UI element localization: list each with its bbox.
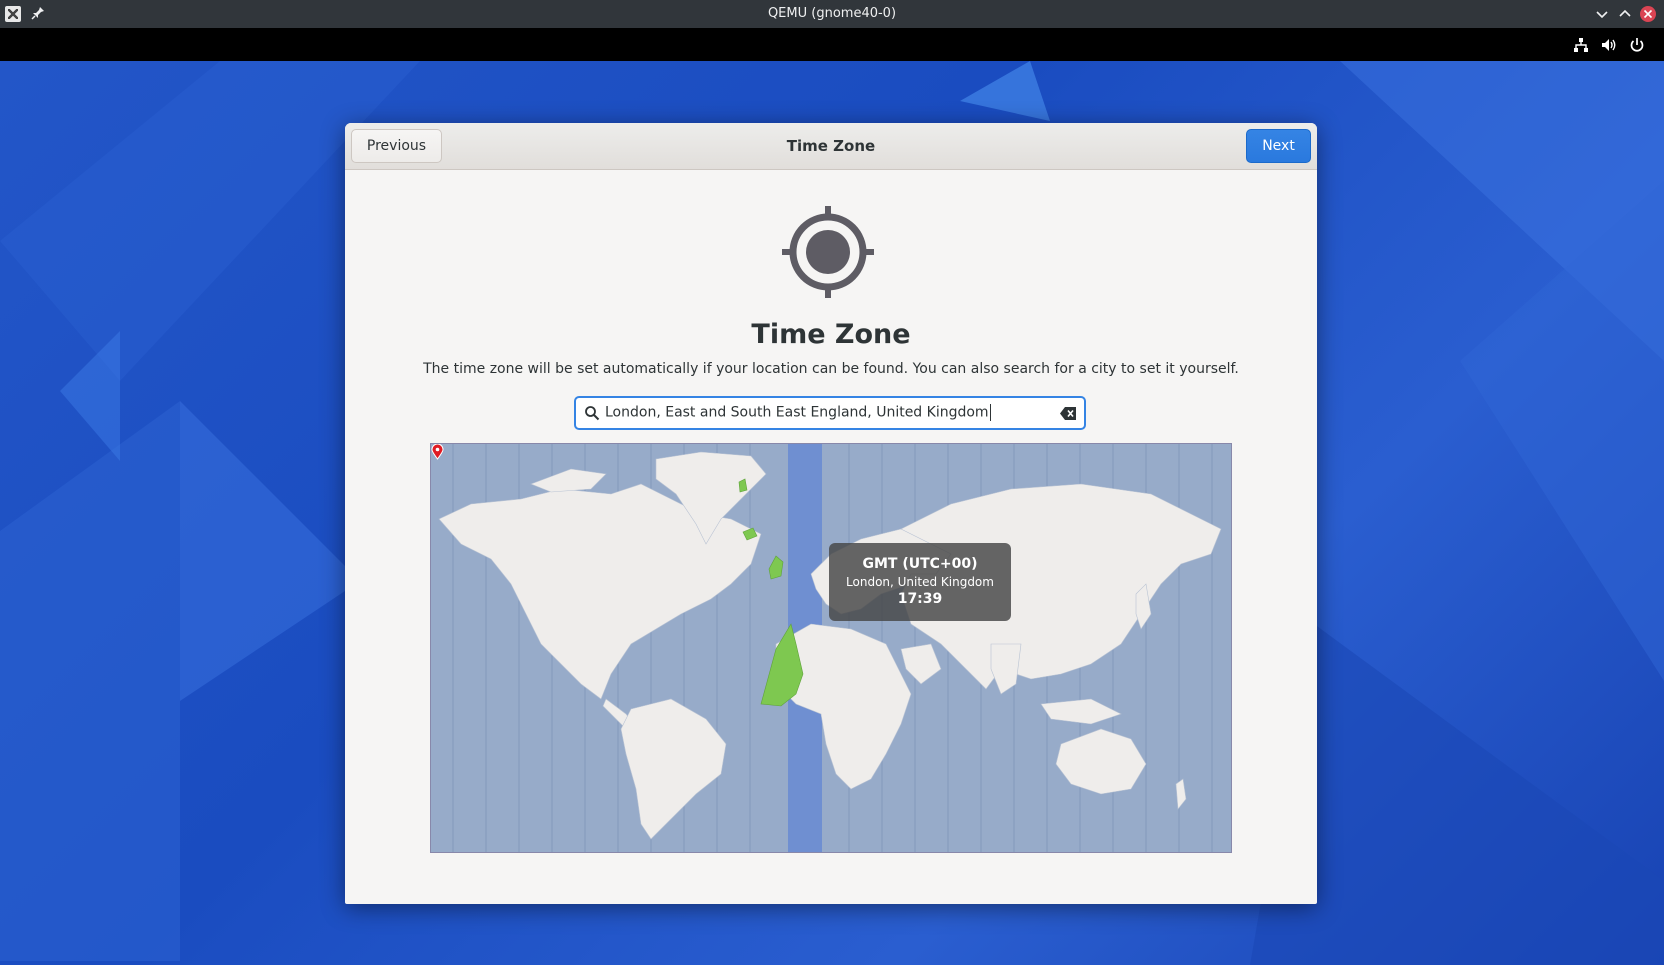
text-caret [989, 404, 991, 421]
header-title: Time Zone [786, 137, 876, 155]
clear-text-icon[interactable] [1060, 406, 1077, 421]
page-description: The time zone will be set automatically … [423, 361, 1239, 377]
timezone-popup: GMT (UTC+00) London, United Kingdom 17:3… [829, 543, 1011, 621]
maximize-icon[interactable] [1616, 5, 1634, 23]
timezone-location: London, United Kingdom [846, 575, 994, 589]
location-pin-icon [431, 444, 444, 460]
host-window-titlebar: QEMU (gnome40-0) [0, 0, 1664, 28]
timezone-time: 17:39 [897, 591, 943, 607]
network-icon[interactable] [1572, 36, 1590, 54]
power-icon[interactable] [1628, 36, 1646, 54]
map-graphics [431, 444, 1231, 852]
search-icon [585, 406, 600, 421]
search-value: London, East and South East England, Uni… [605, 404, 989, 421]
world-time-zone-map[interactable] [430, 443, 1232, 853]
timezone-name: GMT (UTC+00) [862, 556, 978, 572]
gnome-top-bar [0, 28, 1664, 61]
location-target-icon [782, 206, 874, 298]
search-field[interactable]: London, East and South East England, Uni… [605, 404, 991, 421]
search-input[interactable]: London, East and South East England, Uni… [574, 396, 1086, 430]
next-button[interactable]: Next [1246, 129, 1311, 163]
close-icon[interactable] [1639, 5, 1657, 23]
minimize-icon[interactable] [1593, 5, 1611, 23]
window-title: QEMU (gnome40-0) [767, 6, 897, 21]
volume-icon[interactable] [1600, 36, 1618, 54]
header-bar: Previous Time Zone Next [345, 123, 1317, 170]
time-zone-dialog: Previous Time Zone Next Time Zone The ti… [345, 123, 1317, 904]
page-title: Time Zone [751, 319, 911, 350]
